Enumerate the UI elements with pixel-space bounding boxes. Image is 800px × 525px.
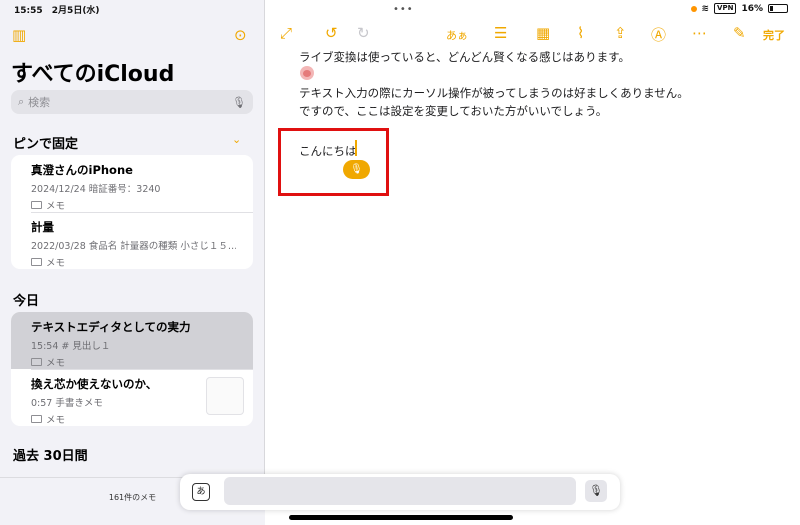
notes-app-screen: 15:55 2月5日(水) ▥ ⊙ すべてのiCloud ⌕ 検索 🎙 ピンで固…: [0, 0, 800, 525]
note-title: テキストエディタとしての実力: [31, 320, 191, 334]
vpn-badge: VPN: [714, 3, 737, 14]
note-line[interactable]: ライブ変換は使っていると、どんどん賢くなる感じはあります。: [299, 49, 630, 65]
note-line[interactable]: ですので、ここは設定を変更しておいた方がいいでしょう。: [299, 103, 607, 119]
checklist-icon[interactable]: ☰: [494, 24, 507, 42]
keyboard-shortcut-bar: あ 🎙: [180, 474, 620, 510]
emoji-icon: [300, 66, 314, 80]
pinned-notes-list: 真澄さんのiPhone 2024/12/24 暗証番号：3240 メモ 計量 2…: [11, 155, 253, 269]
folder-icon: [31, 358, 42, 366]
note-folder-label: メモ: [46, 415, 66, 426]
home-indicator[interactable]: [289, 515, 513, 520]
note-folder-label: メモ: [46, 201, 66, 212]
paperclip-icon[interactable]: ⌇: [577, 24, 584, 42]
chevron-down-icon[interactable]: ⌄: [232, 133, 241, 146]
multitasking-handle[interactable]: •••: [393, 4, 414, 15]
past-30-days-header: 過去 30日間: [13, 449, 88, 464]
status-time-date: 15:55 2月5日(水): [14, 3, 100, 16]
note-title: 計量: [31, 220, 54, 234]
mic-in-use-indicator: [690, 5, 697, 12]
folder-title: すべてのiCloud: [11, 62, 175, 87]
note-folder-label: メモ: [46, 258, 66, 269]
note-folder: メモ: [31, 198, 253, 212]
folder-icon: [31, 258, 42, 266]
folder-icon: [31, 201, 42, 209]
format-button[interactable]: あぁ: [446, 27, 468, 43]
redo-icon[interactable]: ↻: [357, 24, 370, 42]
microphone-icon[interactable]: 🎙: [232, 96, 246, 109]
ellipsis-icon[interactable]: ⋯: [692, 24, 707, 42]
sidebar-icon[interactable]: ▥: [12, 26, 26, 44]
note-line[interactable]: テキスト入力の際にカーソル操作が被ってしまうのは好ましくありません。: [299, 85, 689, 101]
today-notes-list: テキストエディタとしての実力 15:54 # 見出し１ メモ 換え芯か使えないの…: [11, 312, 253, 426]
compose-icon[interactable]: ✎: [733, 24, 746, 42]
status-indicators: ≋ VPN 16%: [690, 3, 788, 14]
microphone-icon[interactable]: 🎙: [585, 480, 607, 502]
list-item[interactable]: 換え芯か使えないのか、 0:57 手書きメモ メモ: [11, 369, 253, 426]
note-folder-label: メモ: [46, 358, 66, 369]
search-icon: ⌕: [18, 95, 25, 108]
candidate-bar[interactable]: [224, 477, 576, 505]
pinned-section-header[interactable]: ピンで固定: [13, 133, 78, 152]
battery-percent: 16%: [741, 3, 763, 14]
list-item[interactable]: 真澄さんのiPhone 2024/12/24 暗証番号：3240 メモ: [11, 155, 253, 212]
notes-sidebar: 15:55 2月5日(水) ▥ ⊙ すべてのiCloud ⌕ 検索 🎙 ピンで固…: [0, 0, 265, 525]
note-title: 真澄さんのiPhone: [31, 163, 133, 177]
input-mode-button[interactable]: あ: [192, 483, 210, 501]
done-button[interactable]: 完了: [763, 27, 785, 43]
wifi-icon: ≋: [701, 3, 710, 14]
note-folder: メモ: [31, 255, 253, 269]
pen-icon[interactable]: Ⓐ: [651, 24, 666, 45]
handwriting-thumbnail: [206, 377, 244, 415]
note-subtitle: 2024/12/24 暗証番号：3240: [31, 184, 161, 195]
expand-icon[interactable]: ⤢: [280, 24, 292, 42]
list-item[interactable]: 計量 2022/03/28 食品名 計量器の種類 小さじ１５… メモ: [11, 212, 253, 269]
status-date: 2月5日(水): [51, 6, 100, 16]
annotation-highlight-box: [278, 128, 389, 196]
folder-icon: [31, 415, 42, 423]
share-icon[interactable]: ⇪: [614, 24, 627, 42]
undo-icon[interactable]: ↺: [325, 24, 338, 42]
ellipsis-icon[interactable]: ⊙: [234, 26, 247, 44]
note-subtitle: 2022/03/28 食品名 計量器の種類 小さじ１５…: [31, 241, 236, 252]
note-folder: メモ: [31, 355, 253, 369]
search-placeholder: 検索: [28, 96, 51, 109]
status-time: 15:55: [14, 6, 43, 16]
search-input[interactable]: ⌕ 検索 🎙: [11, 90, 253, 114]
battery-icon: [768, 4, 788, 13]
list-item-selected[interactable]: テキストエディタとしての実力 15:54 # 見出し１ メモ: [11, 312, 253, 369]
today-section-header: 今日: [13, 294, 40, 309]
table-icon[interactable]: ▦: [536, 24, 550, 42]
note-subtitle: 15:54 # 見出し１: [31, 341, 111, 352]
